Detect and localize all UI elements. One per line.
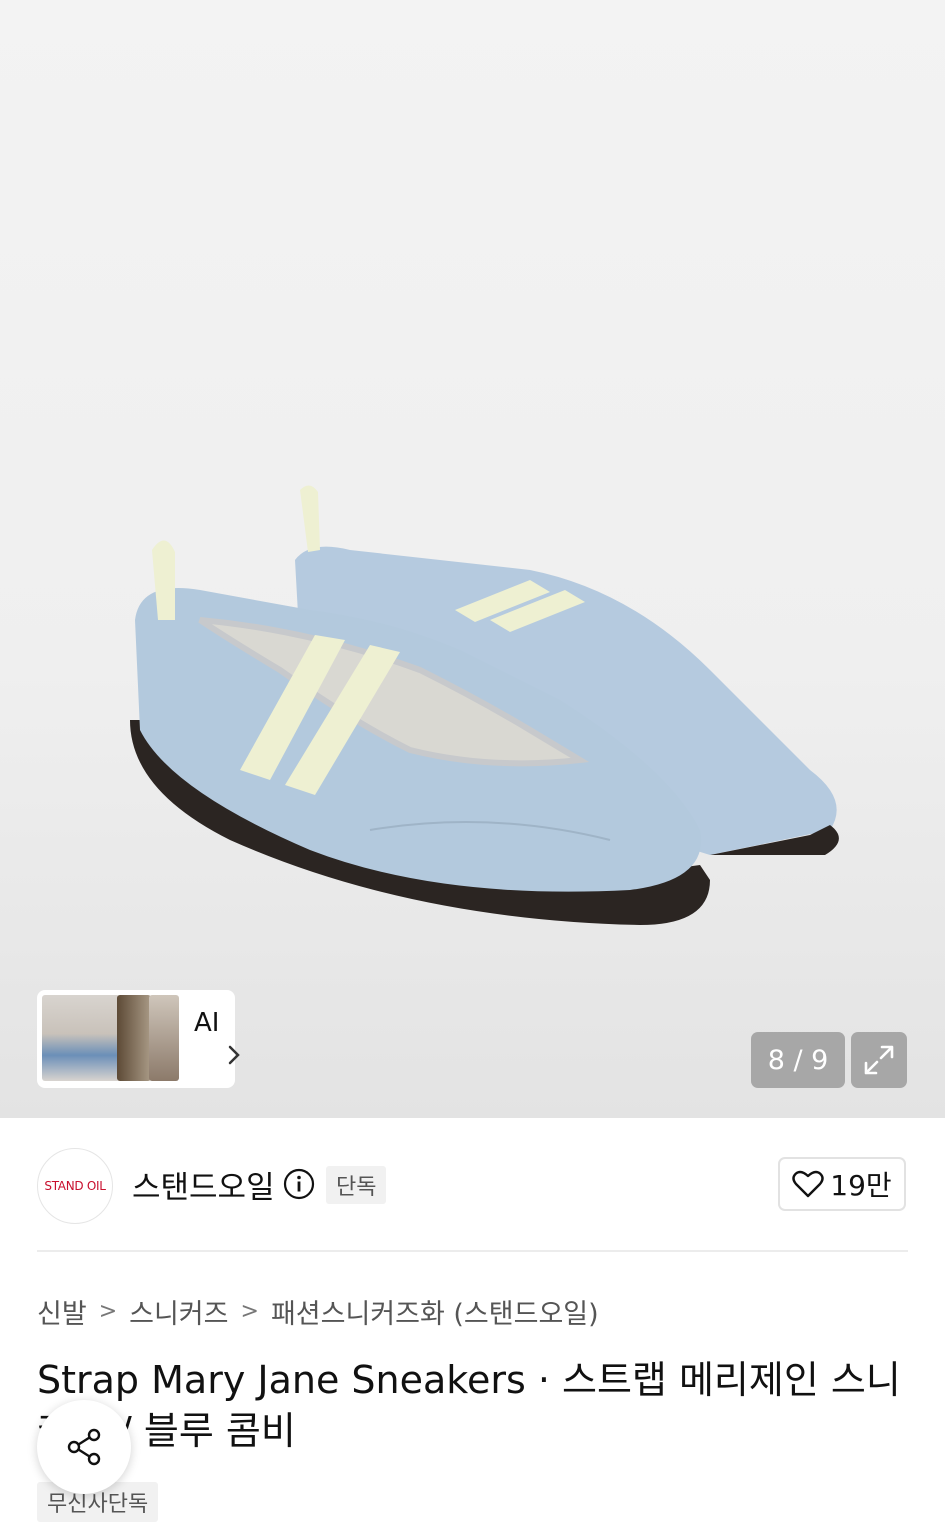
like-count: 19만 (830, 1169, 892, 1202)
ai-thumbnail-2 (117, 995, 151, 1081)
fullscreen-button[interactable] (851, 1032, 907, 1088)
chevron-right-icon: > (98, 1299, 118, 1324)
divider (37, 1250, 908, 1252)
brand-name[interactable]: 스탠드오일 (132, 1162, 275, 1207)
share-icon (67, 1428, 101, 1466)
info-icon[interactable] (283, 1168, 315, 1200)
breadcrumb: 신발 > 스니커즈 > 패션스니커즈화 (스탠드오일) (37, 1292, 599, 1331)
ai-styling-card[interactable]: AI (37, 990, 240, 1088)
brand-logo-text: STAND OIL (44, 1179, 106, 1193)
exclusive-badge: 단독 (326, 1166, 387, 1204)
chevron-right-icon: > (240, 1299, 259, 1324)
ai-thumbnail-1 (42, 995, 120, 1081)
breadcrumb-item[interactable]: 패션스니커즈화 (스탠드오일) (271, 1292, 599, 1331)
product-image-gallery[interactable]: AI 8 / 9 (0, 0, 945, 1118)
product-image (130, 485, 839, 925)
breadcrumb-item[interactable]: 스니커즈 (129, 1292, 228, 1331)
brand-logo[interactable]: STAND OIL (37, 1148, 113, 1224)
like-button[interactable]: 19만 (778, 1157, 906, 1211)
share-button[interactable] (37, 1400, 131, 1494)
product-title: Strap Mary Jane Sneakers · 스트랩 메리제인 스니커즈… (37, 1358, 901, 1453)
expand-icon (864, 1045, 894, 1075)
image-counter: 8 / 9 (751, 1032, 845, 1088)
ai-thumbnail-3 (149, 995, 179, 1081)
ai-label: AI (194, 1008, 220, 1038)
chevron-right-icon (228, 1045, 240, 1065)
heart-icon (792, 1170, 824, 1198)
breadcrumb-item[interactable]: 신발 (37, 1292, 87, 1331)
